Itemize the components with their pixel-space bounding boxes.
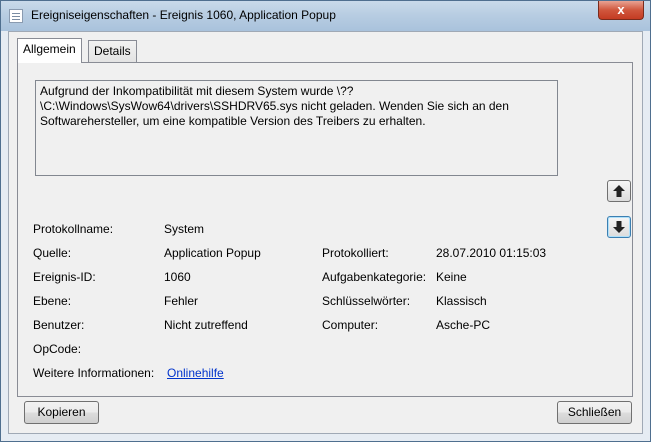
ebene-value: Fehler — [164, 294, 199, 308]
next-event-button[interactable] — [607, 216, 631, 238]
title-bar[interactable]: Ereigniseigenschaften - Ereignis 1060, A… — [1, 1, 650, 31]
onlinehilfe-link[interactable]: Onlinehilfe — [167, 366, 224, 380]
close-button[interactable]: Schließen — [557, 401, 632, 424]
opcode-label: OpCode: — [33, 342, 82, 356]
tab-allgemein[interactable]: Allgemein — [17, 38, 82, 63]
quelle-label: Quelle: — [33, 246, 72, 260]
schluesselwoerter-label: Schlüsselwörter: — [322, 294, 411, 308]
event-log-icon — [9, 9, 23, 23]
close-window-button[interactable]: x — [598, 1, 644, 20]
computer-label: Computer: — [322, 318, 379, 332]
quelle-value: Application Popup — [164, 246, 261, 260]
event-message-box[interactable]: Aufgrund der Inkompatibilität mit diesem… — [35, 80, 558, 176]
ebene-label: Ebene: — [33, 294, 72, 308]
schluesselwoerter-value: Klassisch — [436, 294, 487, 308]
arrow-down-icon — [613, 221, 625, 233]
arrow-up-icon — [613, 185, 625, 197]
ereignis-id-value: 1060 — [164, 270, 191, 284]
tab-details[interactable]: Details — [88, 40, 137, 62]
event-properties-window: Ereigniseigenschaften - Ereignis 1060, A… — [0, 0, 651, 442]
previous-event-button[interactable] — [607, 180, 631, 202]
general-tab-panel: Aufgrund der Inkompatibilität mit diesem… — [17, 62, 633, 397]
benutzer-value: Nicht zutreffend — [164, 318, 248, 332]
protokollname-value: System — [164, 222, 205, 236]
weitere-informationen-label: Weitere Informationen: — [33, 366, 155, 380]
benutzer-label: Benutzer: — [33, 318, 85, 332]
protokolliert-label: Protokolliert: — [322, 246, 389, 260]
computer-value: Asche-PC — [436, 318, 491, 332]
window-title: Ereigniseigenschaften - Ereignis 1060, A… — [31, 8, 336, 22]
dialog-client-area: Allgemein Details Aufgrund der Inkompati… — [8, 31, 643, 434]
aufgabenkategorie-value: Keine — [436, 270, 467, 284]
protokolliert-value: 28.07.2010 01:15:03 — [436, 246, 547, 260]
aufgabenkategorie-label: Aufgabenkategorie: — [322, 270, 427, 284]
ereignis-id-label: Ereignis-ID: — [33, 270, 96, 284]
protokollname-label: Protokollname: — [33, 222, 114, 236]
copy-button[interactable]: Kopieren — [24, 401, 99, 424]
